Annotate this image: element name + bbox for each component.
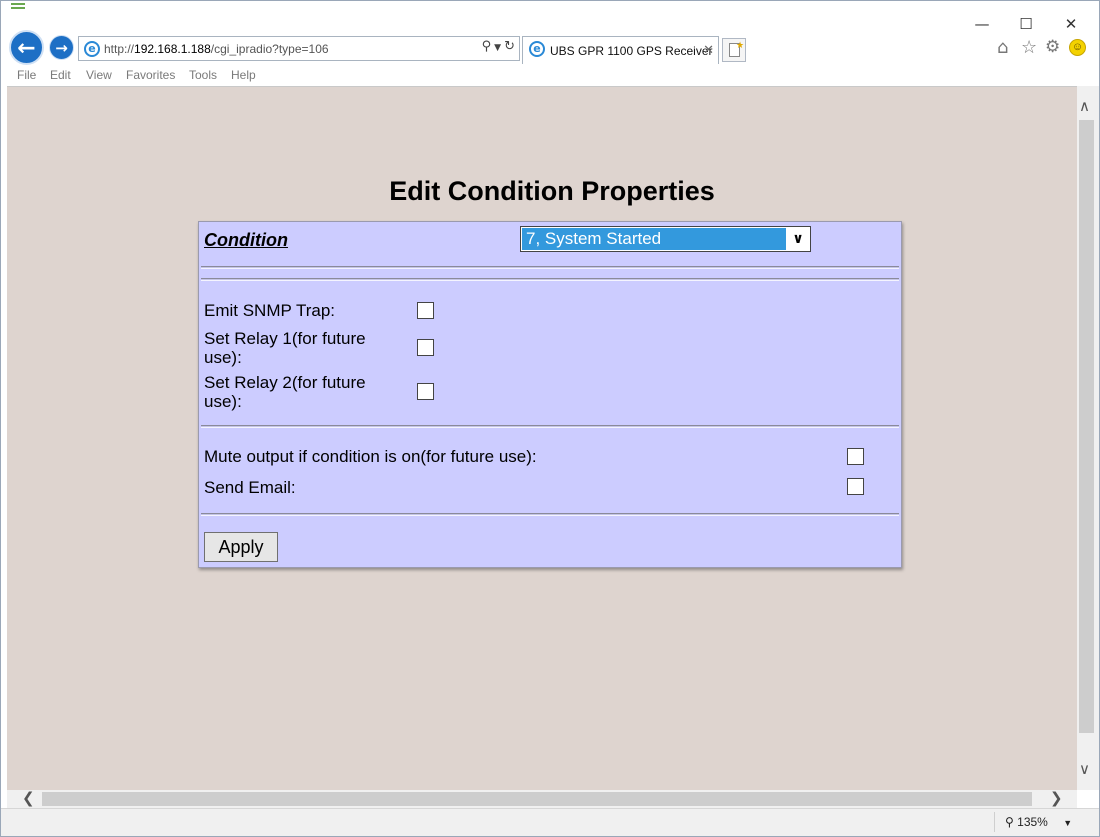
home-icon[interactable]: ⌂: [997, 37, 1008, 58]
gear-icon[interactable]: ⚙: [1045, 37, 1060, 57]
snmp-trap-checkbox[interactable]: [417, 302, 434, 319]
menu-edit[interactable]: Edit: [50, 68, 71, 82]
search-icon[interactable]: ⚲: [482, 39, 492, 54]
divider: [201, 425, 899, 428]
mute-output-checkbox[interactable]: [847, 448, 864, 465]
menu-file[interactable]: File: [17, 68, 36, 82]
condition-properties-panel: Condition 7, System Started ∨ Emit SNMP …: [198, 221, 902, 568]
zoom-control[interactable]: ⚲ 135% ▼: [994, 812, 1072, 832]
minimize-icon[interactable]: —: [967, 13, 997, 35]
smiley-feedback-icon[interactable]: ☺: [1069, 39, 1086, 56]
menu-favorites[interactable]: Favorites: [126, 68, 175, 82]
mute-output-label: Mute output if condition is on(for futur…: [204, 447, 537, 466]
snmp-trap-label: Emit SNMP Trap:: [204, 301, 335, 320]
send-email-checkbox[interactable]: [847, 478, 864, 495]
browser-window: — ☐ ✕ ← → e http://192.168.1.188/cgi_ipr…: [0, 0, 1100, 837]
divider: [201, 513, 899, 516]
address-bar[interactable]: e http://192.168.1.188/cgi_ipradio?type=…: [78, 36, 520, 61]
relay2-checkbox[interactable]: [417, 383, 434, 400]
dropdown-caret-icon[interactable]: ▼: [494, 43, 501, 53]
new-tab-icon[interactable]: ★: [722, 38, 746, 62]
menu-tools[interactable]: Tools: [189, 68, 217, 82]
page-title: Edit Condition Properties: [389, 176, 715, 206]
zoom-caret-icon[interactable]: ▼: [1063, 818, 1072, 828]
page-content: Edit Condition Properties Condition 7, S…: [7, 86, 1077, 790]
tab-title: UBS GPR 1100 GPS Receiver: [550, 44, 713, 58]
divider: [201, 266, 899, 269]
maximize-icon[interactable]: ☐: [1011, 13, 1041, 35]
menu-view[interactable]: View: [86, 68, 112, 82]
vertical-scroll-thumb[interactable]: [1079, 120, 1094, 733]
app-system-icon: [11, 3, 25, 9]
address-tools: ⚲ ▼ ↻: [479, 39, 515, 54]
close-icon[interactable]: ✕: [703, 42, 714, 58]
menu-help[interactable]: Help: [231, 68, 256, 82]
divider: [201, 278, 899, 281]
ie-logo-icon: e: [84, 41, 100, 57]
zoom-level: 135%: [1017, 815, 1048, 829]
back-arrow-icon[interactable]: ←: [9, 30, 44, 65]
url-text[interactable]: http://192.168.1.188/cgi_ipradio?type=10…: [104, 42, 329, 56]
relay1-label: Set Relay 1(for future use):: [204, 329, 366, 367]
relay1-checkbox[interactable]: [417, 339, 434, 356]
scroll-right-icon[interactable]: ❯: [1050, 789, 1063, 807]
relay2-label: Set Relay 2(for future use):: [204, 373, 366, 411]
favorites-star-icon[interactable]: ☆: [1021, 37, 1037, 58]
send-email-label: Send Email:: [204, 478, 296, 497]
refresh-icon[interactable]: ↻: [504, 39, 515, 54]
zoom-icon: ⚲: [1005, 815, 1014, 829]
condition-select[interactable]: 7, System Started ∨: [520, 226, 811, 252]
horizontal-scroll-thumb[interactable]: [42, 792, 1032, 806]
ie-logo-icon: e: [529, 41, 545, 57]
chevron-down-icon[interactable]: ∨: [787, 229, 809, 249]
condition-selected-value: 7, System Started: [522, 228, 786, 250]
forward-arrow-icon[interactable]: →: [49, 35, 74, 60]
apply-button[interactable]: Apply: [204, 532, 278, 562]
scroll-left-icon[interactable]: ❮: [22, 789, 35, 807]
window-close-icon[interactable]: ✕: [1056, 13, 1086, 35]
menu-bar: File Edit View Favorites Tools Help: [1, 66, 1099, 86]
scroll-down-icon[interactable]: ∨: [1079, 760, 1090, 778]
scroll-up-icon[interactable]: ∧: [1079, 97, 1090, 115]
tab-ubs-gpr[interactable]: e UBS GPR 1100 GPS Receiver ✕: [522, 36, 719, 64]
status-bar: [1, 808, 1099, 836]
condition-label: Condition: [204, 230, 288, 250]
